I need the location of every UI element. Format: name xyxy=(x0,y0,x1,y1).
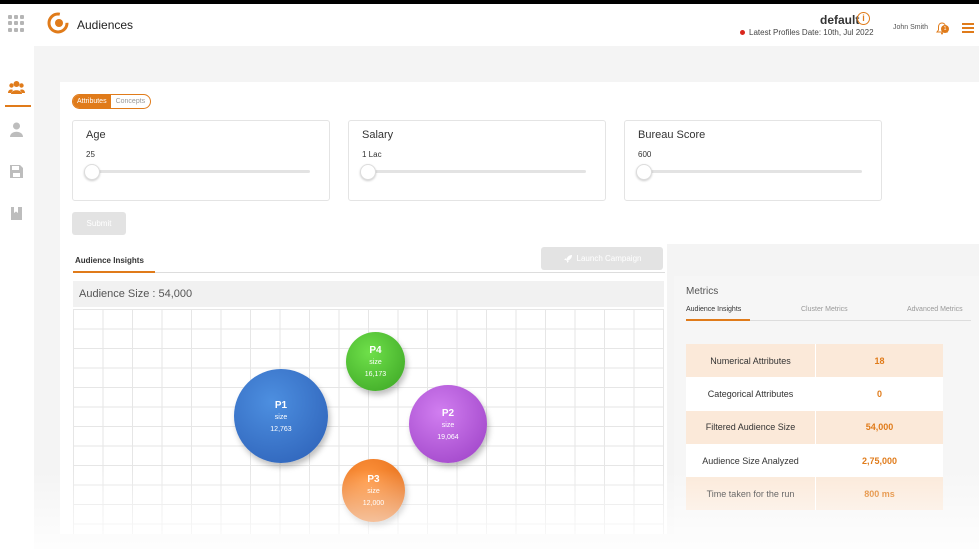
slider-value: 25 xyxy=(86,150,95,159)
metric-label: Filtered Audience Size xyxy=(705,422,796,433)
slider-handle[interactable] xyxy=(84,164,100,180)
slider-label: Age xyxy=(86,129,106,141)
bubble-count: 19,064 xyxy=(437,433,459,441)
bubble-p3[interactable]: P3 size 12,000 xyxy=(342,459,405,522)
metric-label: Time taken for the run xyxy=(706,488,795,499)
active-nav-indicator xyxy=(5,105,31,107)
salary-slider-card: Salary 1 Lac xyxy=(348,120,606,201)
bubble-name: P3 xyxy=(367,474,380,485)
bubble-name: P4 xyxy=(369,345,382,356)
slider-track[interactable] xyxy=(638,170,862,173)
metric-value: 18 xyxy=(815,344,943,378)
table-row: Time taken for the run 800 ms xyxy=(686,477,943,511)
slider-value: 600 xyxy=(638,150,652,159)
slider-label: Salary xyxy=(362,129,394,141)
audiences-nav-icon[interactable] xyxy=(8,79,25,96)
bubble-p2[interactable]: P2 size 19,064 xyxy=(409,385,487,463)
bubble-size-label: size xyxy=(367,488,380,495)
submit-button[interactable]: Submit xyxy=(72,212,126,235)
table-row: Numerical Attributes 18 xyxy=(686,344,943,378)
bureau-score-slider-card: Bureau Score 600 xyxy=(624,120,882,201)
bubble-name: P2 xyxy=(441,407,455,419)
tab-metrics-audience-insights[interactable]: Audience Insights xyxy=(686,306,741,313)
bubble-count: 16,173 xyxy=(364,371,387,378)
active-tab-indicator xyxy=(73,271,155,273)
slider-handle[interactable] xyxy=(360,164,376,180)
audience-size-label: Audience Size : 54,000 xyxy=(79,288,193,300)
rocket-icon xyxy=(563,254,572,263)
environment-label[interactable]: default xyxy=(820,13,859,27)
status-dot-icon xyxy=(740,30,745,36)
app-header: Audiences default i Latest Profiles Date… xyxy=(0,4,979,46)
bubble-name: P1 xyxy=(274,399,288,411)
metric-value: 54,000 xyxy=(815,410,943,444)
tab-advanced-metrics[interactable]: Advanced Metrics xyxy=(907,306,963,313)
metric-value: 800 ms xyxy=(815,477,943,511)
launch-campaign-button[interactable]: Launch Campaign xyxy=(541,247,663,270)
table-row: Categorical Attributes 0 xyxy=(686,377,943,411)
slider-handle[interactable] xyxy=(636,164,652,180)
bubble-p1[interactable]: P1 size 12,763 xyxy=(234,369,328,463)
page-title: Audiences xyxy=(77,18,134,32)
info-icon[interactable]: i xyxy=(857,12,870,25)
bubble-count: 12,000 xyxy=(362,500,385,507)
age-slider-card: Age 25 xyxy=(72,120,330,201)
notification-bell-icon[interactable]: 1 xyxy=(936,22,950,36)
slider-track[interactable] xyxy=(86,170,310,173)
slider-value: 1 Lac xyxy=(362,150,382,159)
tab-concepts[interactable]: Concepts xyxy=(111,95,151,108)
save-nav-icon[interactable] xyxy=(8,163,25,180)
user-name[interactable]: John Smith xyxy=(893,24,928,31)
filter-tabs: Attributes Concepts xyxy=(72,94,152,109)
table-row: Audience Size Analyzed 2,75,000 xyxy=(686,443,943,478)
tab-cluster-metrics[interactable]: Cluster Metrics xyxy=(801,306,848,313)
book-nav-icon[interactable] xyxy=(8,205,25,222)
metric-value: 0 xyxy=(815,377,943,411)
bubble-size-label: size xyxy=(369,359,382,366)
bubble-p4[interactable]: P4 size 16,173 xyxy=(346,332,405,391)
tab-audience-insights[interactable]: Audience Insights xyxy=(75,256,144,265)
metrics-title: Metrics xyxy=(686,286,719,297)
bubble-size-label: size xyxy=(441,421,455,429)
metric-label: Categorical Attributes xyxy=(707,388,794,399)
brand-logo xyxy=(47,12,69,34)
app-grid-icon[interactable] xyxy=(8,15,25,32)
metric-label: Audience Size Analyzed xyxy=(702,455,799,466)
settings-sliders-icon[interactable] xyxy=(962,23,974,35)
latest-profiles-status: Latest Profiles Date: 10th, Jul 2022 xyxy=(740,28,874,37)
slider-label: Bureau Score xyxy=(638,129,706,141)
metric-label: Numerical Attributes xyxy=(710,355,791,366)
bubble-size-label: size xyxy=(274,413,288,421)
metrics-table: Numerical Attributes 18 Categorical Attr… xyxy=(686,344,943,511)
tab-divider xyxy=(73,272,665,273)
metrics-active-tab-indicator xyxy=(686,319,750,321)
notification-badge: 1 xyxy=(941,25,949,33)
metric-value: 2,75,000 xyxy=(815,443,943,478)
table-row: Filtered Audience Size 54,000 xyxy=(686,410,943,444)
bubble-count: 12,763 xyxy=(270,425,292,433)
tab-attributes[interactable]: Attributes xyxy=(73,95,111,108)
user-nav-icon[interactable] xyxy=(8,121,25,138)
slider-track[interactable] xyxy=(362,170,586,173)
